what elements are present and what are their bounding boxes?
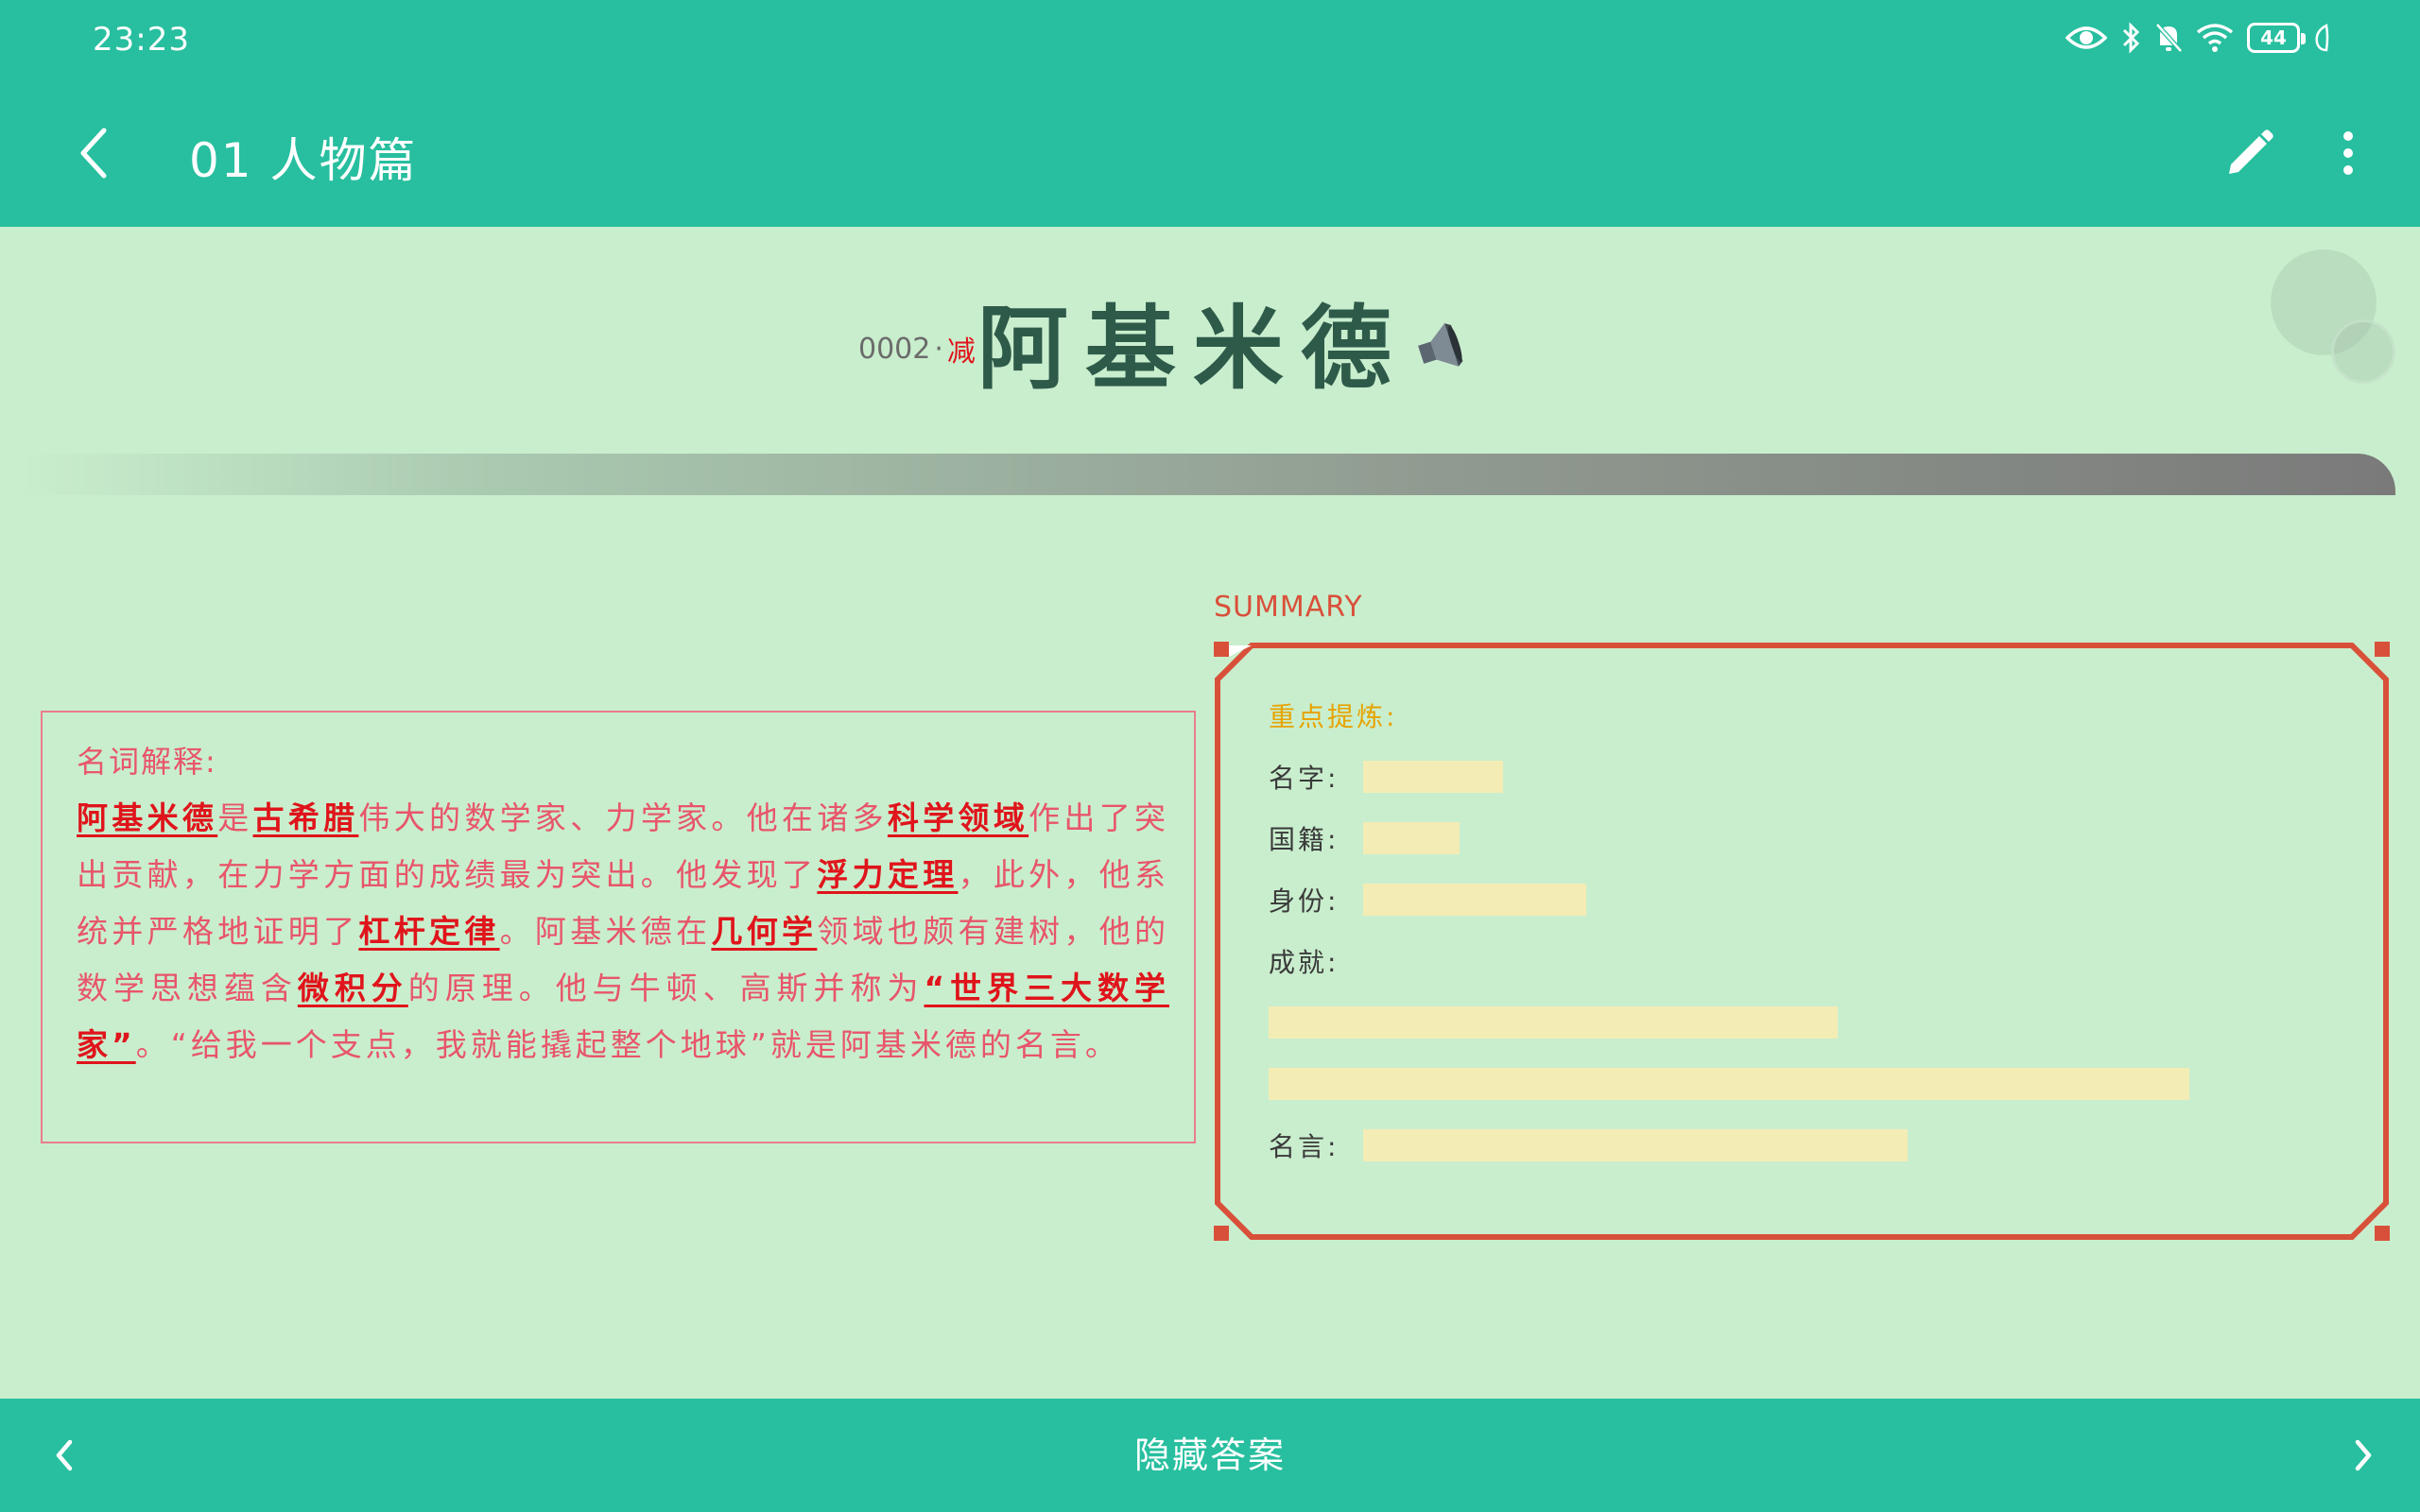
- wifi-icon: [2196, 24, 2234, 52]
- chevron-right-icon: [2355, 1439, 2372, 1471]
- summary-quote-label: 名言:: [1269, 1131, 1340, 1162]
- definition-keyword: 浮力定理: [817, 856, 959, 893]
- summary-name-blank[interactable]: [1363, 761, 1503, 793]
- bottom-bar: 隐藏答案: [0, 1399, 2420, 1512]
- heading-divider: [19, 454, 2395, 495]
- summary-nationality-label: 国籍:: [1269, 824, 1340, 855]
- eye-icon: [2066, 26, 2107, 49]
- audio-button[interactable]: [1412, 318, 1473, 382]
- pencil-icon: [2229, 129, 2273, 174]
- summary-identity-label: 身份:: [1269, 885, 1340, 917]
- summary-identity-blank[interactable]: [1363, 884, 1586, 916]
- summary-name-row: 名字:: [1269, 760, 1365, 794]
- bluetooth-icon: [2122, 22, 2140, 54]
- bell-off-icon: [2155, 23, 2183, 53]
- hide-answer-button[interactable]: 隐藏答案: [1068, 1425, 1352, 1486]
- summary-nationality-row: 国籍:: [1269, 821, 1365, 855]
- summary-label: SUMMARY: [1214, 591, 1363, 624]
- top-toolbar: 01 人物篇: [0, 77, 2420, 227]
- summary-box: 重点提炼: 名字: 国籍: 身份: 成就: 名言:: [1214, 642, 2390, 1241]
- definition-segment: 伟大的数学家、力学家。他在诸多: [358, 799, 888, 836]
- definition-segment: 是: [217, 799, 253, 836]
- more-vertical-icon: [2343, 131, 2353, 175]
- definition-keyword: 几何学: [711, 913, 818, 950]
- status-bar: 23:23 44: [0, 0, 2420, 77]
- card-separator: ·: [934, 332, 943, 366]
- definition-keyword: 杠杆定律: [358, 913, 500, 950]
- summary-identity-row: 身份:: [1269, 883, 1365, 917]
- back-button[interactable]: [57, 115, 132, 191]
- definition-heading: 名词解释:: [77, 744, 217, 780]
- summary-header: 重点提炼:: [1269, 701, 1398, 732]
- definition-segment: 的原理。他与牛顿、高斯并称为: [407, 970, 925, 1006]
- summary-achievement-blank-1[interactable]: [1269, 1006, 1838, 1039]
- battery-icon: 44: [2247, 23, 2306, 53]
- definition-keyword: 古希腊: [252, 799, 359, 836]
- summary-achievement-blank-2[interactable]: [1269, 1068, 2189, 1100]
- summary-achievement-row: 成就:: [1269, 944, 1365, 978]
- more-options-button[interactable]: [2310, 115, 2386, 191]
- battery-level: 44: [2260, 26, 2287, 49]
- card-number: 0002: [858, 332, 931, 366]
- definition-text: 阿基米德是古希腊伟大的数学家、力学家。他在诸多科学领域作出了突出贡献，在力学方面…: [77, 790, 1169, 1074]
- status-time: 23:23: [93, 21, 190, 59]
- previous-card-button[interactable]: [26, 1418, 102, 1493]
- summary-quote-blank[interactable]: [1363, 1129, 1908, 1161]
- card-tag: 减: [946, 335, 976, 369]
- chevron-left-icon: [56, 1439, 73, 1471]
- leaf-icon: [2315, 24, 2329, 52]
- summary-name-label: 名字:: [1269, 763, 1340, 794]
- speaker-icon: [1417, 323, 1463, 367]
- summary-quote-row: 名言:: [1269, 1128, 1365, 1162]
- definition-keyword: 阿基米德: [77, 799, 218, 836]
- definition-box: 名词解释: 阿基米德是古希腊伟大的数学家、力学家。他在诸多科学领域作出了突出贡献…: [41, 711, 1196, 1143]
- definition-segment: 。“给我一个支点，我就能撬起整个地球”就是阿基米德的名言。: [135, 1026, 1120, 1063]
- decoration-bubble: [2331, 319, 2395, 384]
- definition-segment: 。阿基米德在: [499, 913, 712, 950]
- chevron-left-icon: [80, 128, 107, 179]
- next-card-button[interactable]: [2325, 1418, 2401, 1493]
- summary-achievement-label: 成就:: [1269, 947, 1340, 978]
- toolbar-title: 01 人物篇: [189, 133, 418, 188]
- definition-keyword: 科学领域: [887, 799, 1029, 836]
- status-icons: 44: [2066, 19, 2330, 57]
- definition-keyword: 微积分: [297, 970, 408, 1006]
- card-heading: 0002 · 减 阿基米德: [858, 284, 1473, 402]
- edit-button[interactable]: [2212, 115, 2288, 191]
- summary-header-row: 重点提炼:: [1269, 698, 1397, 732]
- summary-nationality-blank[interactable]: [1363, 822, 1460, 854]
- card-title: 阿基米德: [977, 295, 1409, 402]
